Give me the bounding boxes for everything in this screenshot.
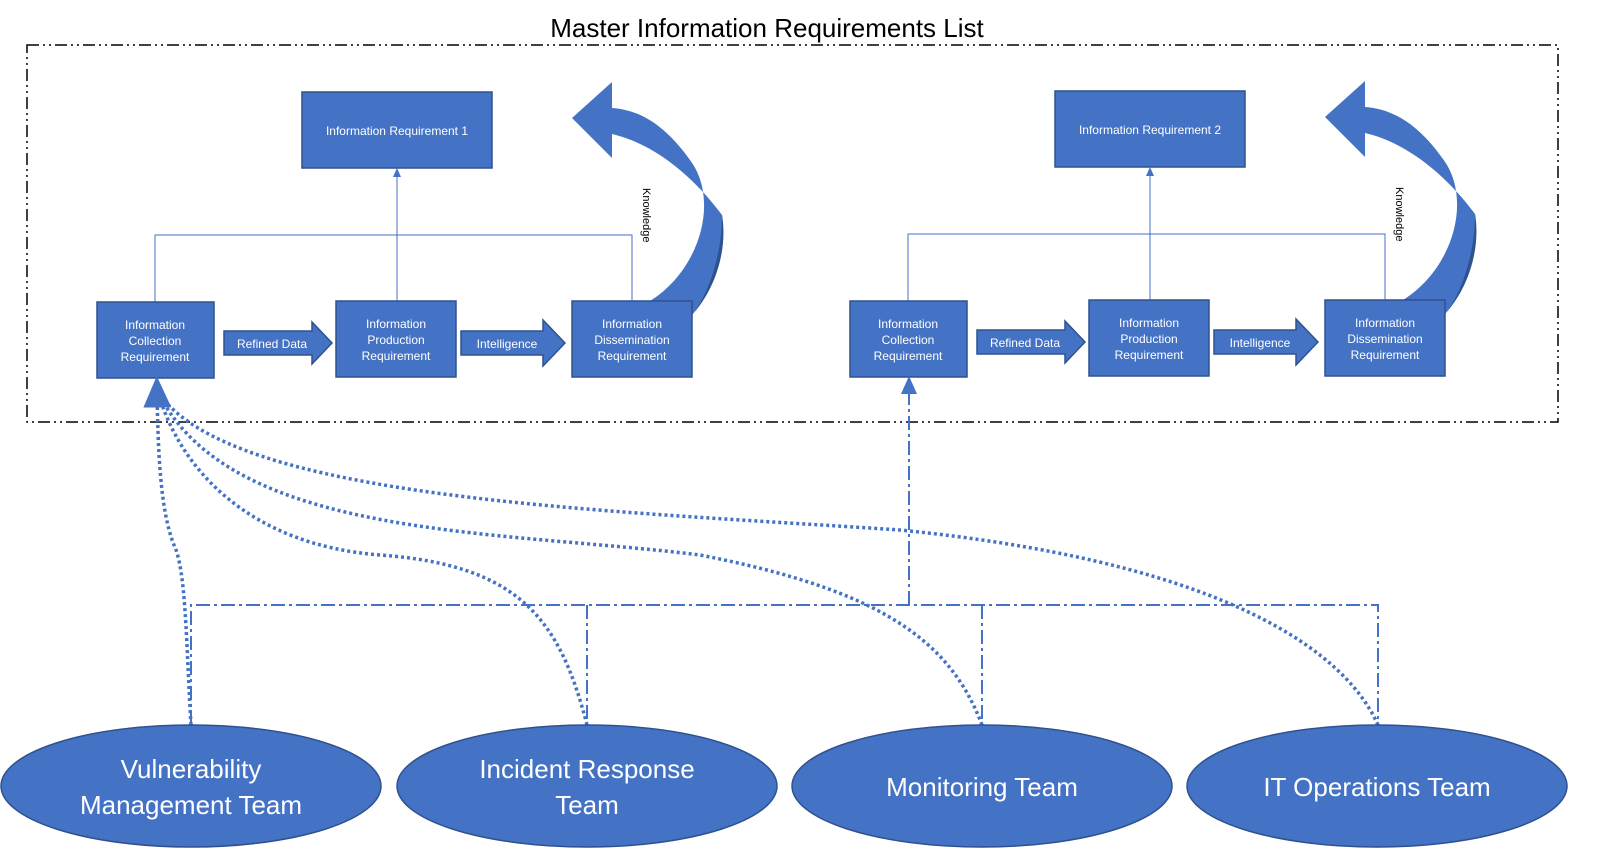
diagram-title: Master Information Requirements List xyxy=(550,13,984,43)
box-label: Requirement xyxy=(121,350,190,364)
team-incident-response[interactable]: Incident Response Team xyxy=(396,724,778,848)
box-label: Collection xyxy=(129,334,182,348)
team-ellipse[interactable] xyxy=(396,724,778,848)
team-label: Incident Response xyxy=(479,754,694,784)
box-label: Dissemination xyxy=(1347,332,1422,346)
team-label: Monitoring Team xyxy=(886,772,1078,802)
knowledge-label: Knowledge xyxy=(1393,187,1405,241)
diagram-canvas: Master Information Requirements List Kno… xyxy=(0,13,1568,848)
monitoring-team-link xyxy=(156,391,984,726)
team-it-operations[interactable]: IT Operations Team xyxy=(1186,724,1568,848)
information-requirement-label: Information Requirement 2 xyxy=(1079,123,1221,137)
box-label: Requirement xyxy=(874,349,943,363)
vulnerability-team-link xyxy=(143,376,193,726)
box-label: Collection xyxy=(882,333,935,347)
group-connector xyxy=(154,172,633,302)
it-operations-team-link xyxy=(156,391,1380,726)
box-label: Production xyxy=(367,333,424,347)
box-label: Information xyxy=(602,317,662,331)
intelligence-label: Intelligence xyxy=(477,337,538,351)
requirement-group-1: Knowledge Information Requirement 1 Info… xyxy=(96,82,724,379)
team-label: IT Operations Team xyxy=(1263,772,1490,802)
information-requirement-label: Information Requirement 1 xyxy=(326,124,468,138)
box-label: Requirement xyxy=(362,349,431,363)
box-label: Information xyxy=(1355,316,1415,330)
box-label: Requirement xyxy=(598,349,667,363)
requirement-group-2: Knowledge Information Requirement 2 Info… xyxy=(849,81,1477,378)
team-label: Management Team xyxy=(80,790,302,820)
team-ellipse[interactable] xyxy=(0,724,382,848)
refined-data-label: Refined Data xyxy=(990,336,1060,350)
team-aggregation-line xyxy=(190,604,1379,725)
box-label: Information xyxy=(366,317,426,331)
team-label: Vulnerability xyxy=(121,754,262,784)
box-label: Requirement xyxy=(1351,348,1420,362)
team-label: Team xyxy=(555,790,619,820)
group-connector xyxy=(907,171,1386,301)
knowledge-label: Knowledge xyxy=(640,188,652,242)
box-label: Information xyxy=(125,318,185,332)
box-label: Information xyxy=(878,317,938,331)
box-label: Information xyxy=(1119,316,1179,330)
box-label: Dissemination xyxy=(594,333,669,347)
team-monitoring[interactable]: Monitoring Team xyxy=(791,724,1173,848)
intelligence-label: Intelligence xyxy=(1230,336,1291,350)
box-label: Requirement xyxy=(1115,348,1184,362)
box-label: Production xyxy=(1120,332,1177,346)
refined-data-label: Refined Data xyxy=(237,337,307,351)
team-vulnerability-management[interactable]: Vulnerability Management Team xyxy=(0,724,382,848)
